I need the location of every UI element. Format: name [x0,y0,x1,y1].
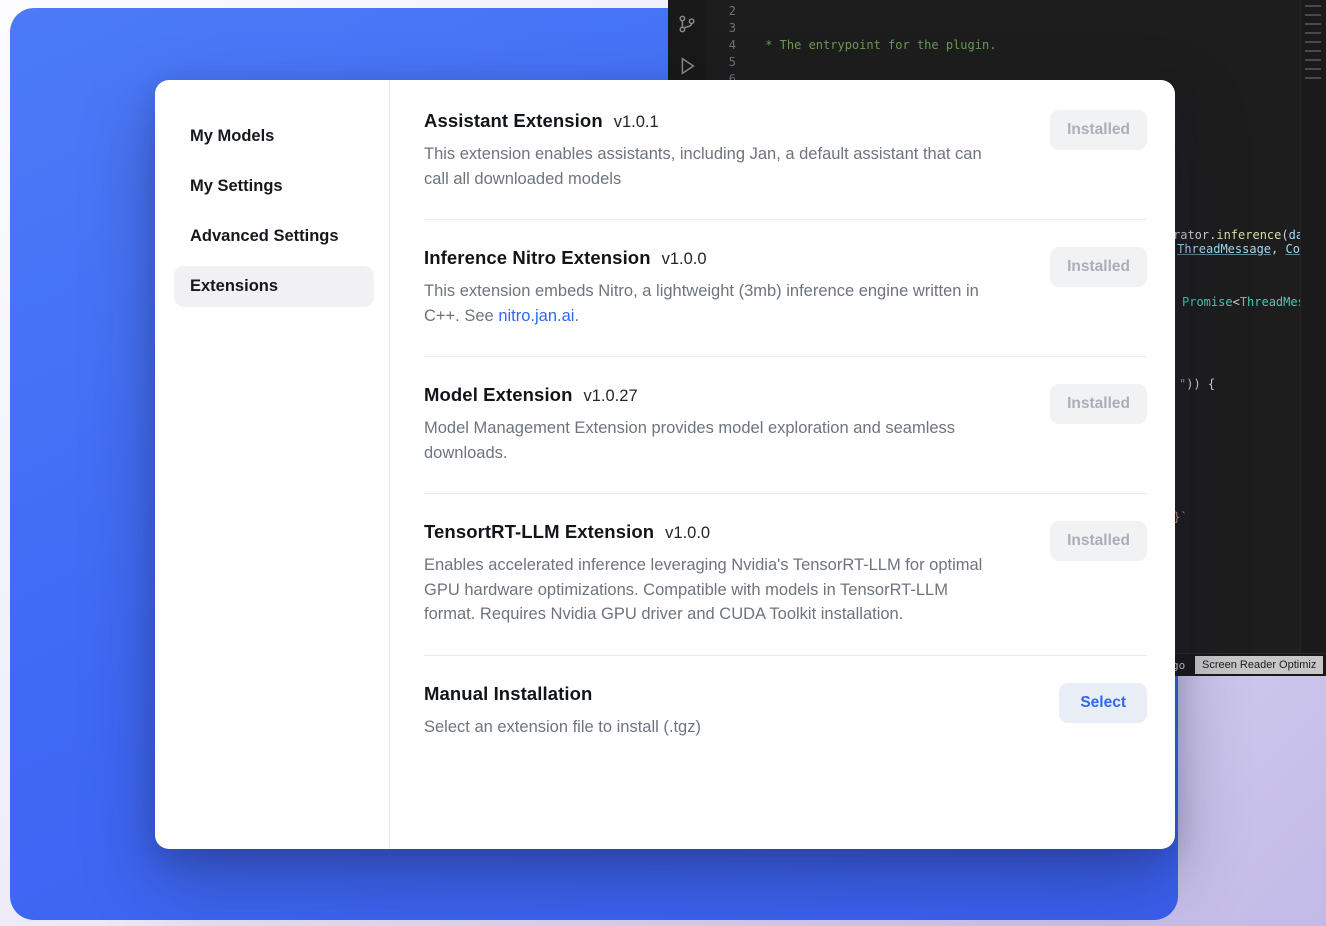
sidebar-item-my-models[interactable]: My Models [174,116,374,157]
manual-installation-info: Manual Installation Select an extension … [424,683,701,740]
line-number: 3 [706,20,736,37]
extension-title: Model Extension [424,384,573,406]
code-fragment: ")) { [1179,377,1215,391]
manual-installation-description: Select an extension file to install (.tg… [424,715,701,740]
installed-button[interactable]: Installed [1050,247,1147,287]
extension-info: Model Extension v1.0.27 Model Management… [424,384,1002,465]
sidebar-item-extensions[interactable]: Extensions [174,266,374,307]
line-number: 4 [706,37,736,54]
extension-description: This extension embeds Nitro, a lightweig… [424,279,1002,328]
select-file-button[interactable]: Select [1059,683,1147,723]
sidebar-item-advanced-settings[interactable]: Advanced Settings [174,216,374,257]
extension-info: Assistant Extension v1.0.1 This extensio… [424,110,1002,191]
line-number: 2 [706,3,736,20]
editor-line-numbers: 2 3 4 5 6 [706,3,736,88]
settings-modal: My Models My Settings Advanced Settings … [155,80,1175,849]
extensions-panel: Assistant Extension v1.0.1 This extensio… [390,80,1175,849]
extension-row-inference-nitro: Inference Nitro Extension v1.0.0 This ex… [424,220,1147,357]
extension-info: Inference Nitro Extension v1.0.0 This ex… [424,247,1002,328]
extension-row-assistant: Assistant Extension v1.0.1 This extensio… [424,110,1147,220]
extension-description: Enables accelerated inference leveraging… [424,553,1002,627]
settings-sidebar: My Models My Settings Advanced Settings … [155,80,390,849]
extension-version: v1.0.0 [665,524,710,543]
manual-installation-row: Manual Installation Select an extension … [424,656,1147,768]
extension-title: Assistant Extension [424,110,603,132]
source-control-icon [676,13,698,35]
screen-reader-optimized-badge: Screen Reader Optimiz [1195,656,1323,674]
run-debug-icon [676,55,698,77]
extension-version: v1.0.0 [662,250,707,269]
installed-button[interactable]: Installed [1050,110,1147,150]
extension-description: This extension enables assistants, inclu… [424,142,1002,191]
installed-button[interactable]: Installed [1050,384,1147,424]
sidebar-item-my-settings[interactable]: My Settings [174,166,374,207]
manual-installation-title: Manual Installation [424,683,592,705]
description-text: . [574,307,579,325]
code-line: * The entrypoint for the plugin. [758,37,1300,54]
desktop-background: 2 3 4 5 6 * The entrypoint for the plugi… [0,0,1326,926]
extension-description: Model Management Extension provides mode… [424,416,1002,465]
extension-title: Inference Nitro Extension [424,247,651,269]
installed-button[interactable]: Installed [1050,521,1147,561]
extension-version: v1.0.1 [614,113,659,132]
extension-row-model: Model Extension v1.0.27 Model Management… [424,357,1147,494]
extension-title: TensortRT-LLM Extension [424,521,654,543]
nitro-jan-ai-link[interactable]: nitro.jan.ai [498,307,574,325]
line-number: 5 [706,54,736,71]
extension-info: TensortRT-LLM Extension v1.0.0 Enables a… [424,521,1002,627]
extension-version: v1.0.27 [584,387,638,406]
editor-minimap [1300,0,1326,676]
extension-row-tensorrt-llm: TensortRT-LLM Extension v1.0.0 Enables a… [424,494,1147,656]
